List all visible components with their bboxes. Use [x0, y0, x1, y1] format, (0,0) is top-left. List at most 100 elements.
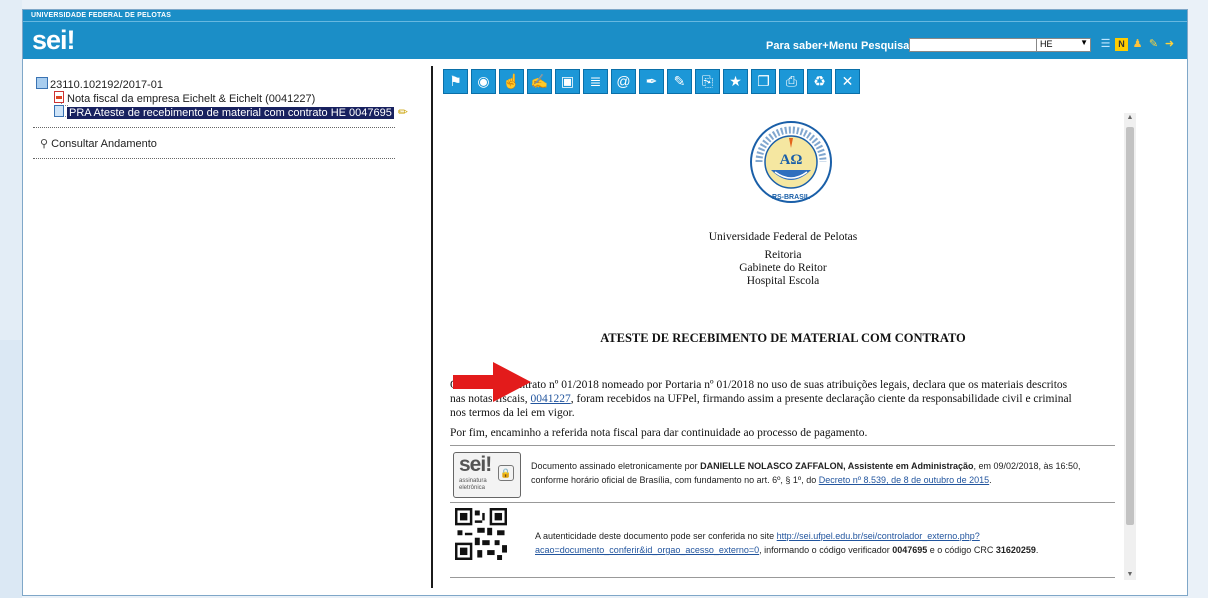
- background-band: [0, 340, 22, 598]
- topbar-divider: [23, 21, 1187, 22]
- include-doc-icon[interactable]: ★: [723, 69, 748, 94]
- sig-text: .: [989, 475, 992, 485]
- ufpel-seal: AΩ: [750, 121, 832, 203]
- unit-select-value: HE: [1040, 39, 1053, 49]
- document-title: ATESTE DE RECEBIMENTO DE MATERIAL COM CO…: [600, 331, 966, 345]
- nota-fiscal-link[interactable]: 0041227: [530, 393, 570, 405]
- process-tree-pane: 23110.102192/2017-01 Nota fiscal da empr…: [23, 60, 431, 595]
- pdf-icon: [54, 91, 64, 103]
- nav-para-saber[interactable]: Para saber+: [766, 40, 829, 52]
- department-gabinete: Gabinete do Reitor: [739, 262, 827, 274]
- pane-divider[interactable]: [431, 66, 433, 588]
- auth-text: .: [1035, 545, 1039, 555]
- document-icon: [54, 105, 64, 117]
- sig-text: Documento assinado eletronicamente por: [531, 461, 701, 471]
- tree-separator: [33, 127, 395, 128]
- tree-item-ateste[interactable]: PRA Ateste de recebimento de material co…: [54, 105, 408, 119]
- bottom-separator: [450, 577, 1115, 578]
- tree-separator: [33, 158, 395, 159]
- paragraph-text: , foram recebidos na UFPel, firmando ass…: [570, 393, 1072, 405]
- notepad-icon[interactable]: N: [1115, 38, 1128, 51]
- magnifier-icon: ⚲: [40, 138, 49, 150]
- signature-statement: Documento assinado eletronicamente por D…: [531, 459, 1131, 487]
- paragraph-line: nas notas fiscais, 0041227, foram recebi…: [450, 392, 1117, 406]
- send-process-icon[interactable]: ⚑: [443, 69, 468, 94]
- consultar-andamento-label: Consultar Andamento: [51, 138, 157, 150]
- recycle-icon[interactable]: ♻: [807, 69, 832, 94]
- verification-link[interactable]: acao=documento_conferir&id_orgao_acesso_…: [535, 545, 759, 555]
- chevron-down-icon: ▼: [1080, 38, 1088, 47]
- pen-icon[interactable]: ✒: [639, 69, 664, 94]
- department-reitoria: Reitoria: [764, 249, 802, 261]
- document-paragraph-2: Por fim, encaminho a referida nota fisca…: [450, 427, 868, 439]
- user-icon[interactable]: ♟: [1131, 38, 1144, 51]
- crc-code: 31620259: [995, 545, 1036, 555]
- university-name: UNIVERSIDADE FEDERAL DE PELOTAS: [31, 12, 172, 19]
- block-icon[interactable]: ▣: [555, 69, 580, 94]
- qr-code: [455, 508, 507, 560]
- verification-link[interactable]: http://sei.ufpel.edu.br/sei/controlador_…: [777, 531, 980, 541]
- red-arrow-icon: [453, 362, 531, 402]
- scroll-up-icon[interactable]: ▲: [1125, 113, 1135, 123]
- process-number: 23110.102192/2017-01: [50, 79, 163, 91]
- sign-icon[interactable]: ✍: [527, 69, 552, 94]
- sei-window: UNIVERSIDADE FEDERAL DE PELOTAS sei! Par…: [22, 9, 1188, 596]
- seal-motto: RS-BRASIL: [771, 194, 811, 201]
- paragraph-line: nos termos da lei em vigor.: [450, 407, 575, 419]
- approve-icon[interactable]: ☝: [499, 69, 524, 94]
- edit-icon[interactable]: ✎: [667, 69, 692, 94]
- scroll-thumb[interactable]: [1126, 127, 1134, 525]
- sig-logo-text: sei!: [459, 453, 492, 476]
- tree-item-nota-fiscal[interactable]: Nota fiscal da empresa Eichelt & Eichelt…: [54, 91, 315, 105]
- signer-name: DANIELLE NOLASCO ZAFFALON, Assistente em…: [700, 461, 974, 471]
- auth-line-1: A autenticidade deste documento pode ser…: [535, 529, 1135, 543]
- sig-logo-sub2: eletrônica: [459, 485, 486, 491]
- document-viewer: AΩ RS-BRASIL Universidade Federal de Pel…: [443, 110, 1123, 585]
- email-icon[interactable]: @: [611, 69, 636, 94]
- paragraph-line: O Fiscal do Contrato nº 01/2018 nomeado …: [450, 379, 1068, 391]
- tree-item-label-selected: PRA Ateste de recebimento de material co…: [67, 107, 394, 119]
- top-bar: UNIVERSIDADE FEDERAL DE PELOTAS sei! Par…: [23, 10, 1187, 59]
- auth-text: e o código CRC: [927, 545, 996, 555]
- auth-line-2: acao=documento_conferir&id_orgao_acesso_…: [535, 543, 1135, 557]
- list-icon[interactable]: ☰: [1099, 38, 1112, 51]
- attach-icon[interactable]: ⎘: [695, 69, 720, 94]
- tree-item-label: Nota fiscal da empresa Eichelt & Eichelt…: [67, 93, 316, 105]
- notes-icon[interactable]: ≣: [583, 69, 608, 94]
- scroll-down-icon[interactable]: ▼: [1125, 570, 1135, 580]
- unit-select[interactable]: HE ▼: [1036, 38, 1091, 52]
- signature-line-1: Documento assinado eletronicamente por D…: [531, 459, 1131, 473]
- lock-icon: 🔒: [498, 465, 514, 481]
- signature-line-2: conforme horário oficial de Brasília, co…: [531, 473, 1131, 487]
- electronic-signature-logo: sei! assinatura eletrônica 🔒: [453, 452, 521, 498]
- signature-separator: [450, 445, 1115, 446]
- print-icon[interactable]: ⎙: [779, 69, 804, 94]
- nav-menu[interactable]: Menu: [829, 40, 858, 52]
- sig-text: , em 09/02/2018, às 16:50,: [973, 461, 1081, 471]
- sig-text: conforme horário oficial de Brasília, co…: [531, 475, 819, 485]
- process-number-node[interactable]: 23110.102192/2017-01: [36, 77, 163, 91]
- process-icon: [36, 77, 48, 89]
- auth-text: A autenticidade deste documento pode ser…: [535, 531, 777, 541]
- view-icon[interactable]: ◉: [471, 69, 496, 94]
- exit-icon[interactable]: ➜: [1163, 38, 1176, 51]
- cancel-icon[interactable]: ✕: [835, 69, 860, 94]
- document-scrollbar[interactable]: ▲ ▼: [1124, 113, 1136, 580]
- nav-pesquisa[interactable]: Pesquisa: [861, 40, 909, 52]
- verification-code: 0047695: [892, 545, 928, 555]
- document-paragraph-1: O Fiscal do Contrato nº 01/2018 nomeado …: [450, 378, 1117, 420]
- auth-text: , informando o código verificador: [759, 545, 893, 555]
- auth-separator: [450, 502, 1115, 503]
- authenticity-statement: A autenticidade deste documento pode ser…: [535, 529, 1135, 557]
- copy-icon[interactable]: ❐: [751, 69, 776, 94]
- pencil-icon[interactable]: ✏: [398, 105, 408, 119]
- decree-link[interactable]: Decreto nº 8.539, de 8 de outubro de 201…: [819, 475, 989, 485]
- institution-name: Universidade Federal de Pelotas: [708, 231, 858, 243]
- search-input[interactable]: [909, 38, 1037, 52]
- svg-text:AΩ: AΩ: [780, 152, 803, 168]
- department-hospital: Hospital Escola: [746, 275, 820, 287]
- sei-logo[interactable]: sei!: [32, 25, 76, 56]
- sig-logo-sub1: assinatura: [459, 478, 487, 484]
- wrench-icon[interactable]: ✎: [1147, 38, 1160, 51]
- consultar-andamento-link[interactable]: ⚲ Consultar Andamento: [40, 137, 157, 150]
